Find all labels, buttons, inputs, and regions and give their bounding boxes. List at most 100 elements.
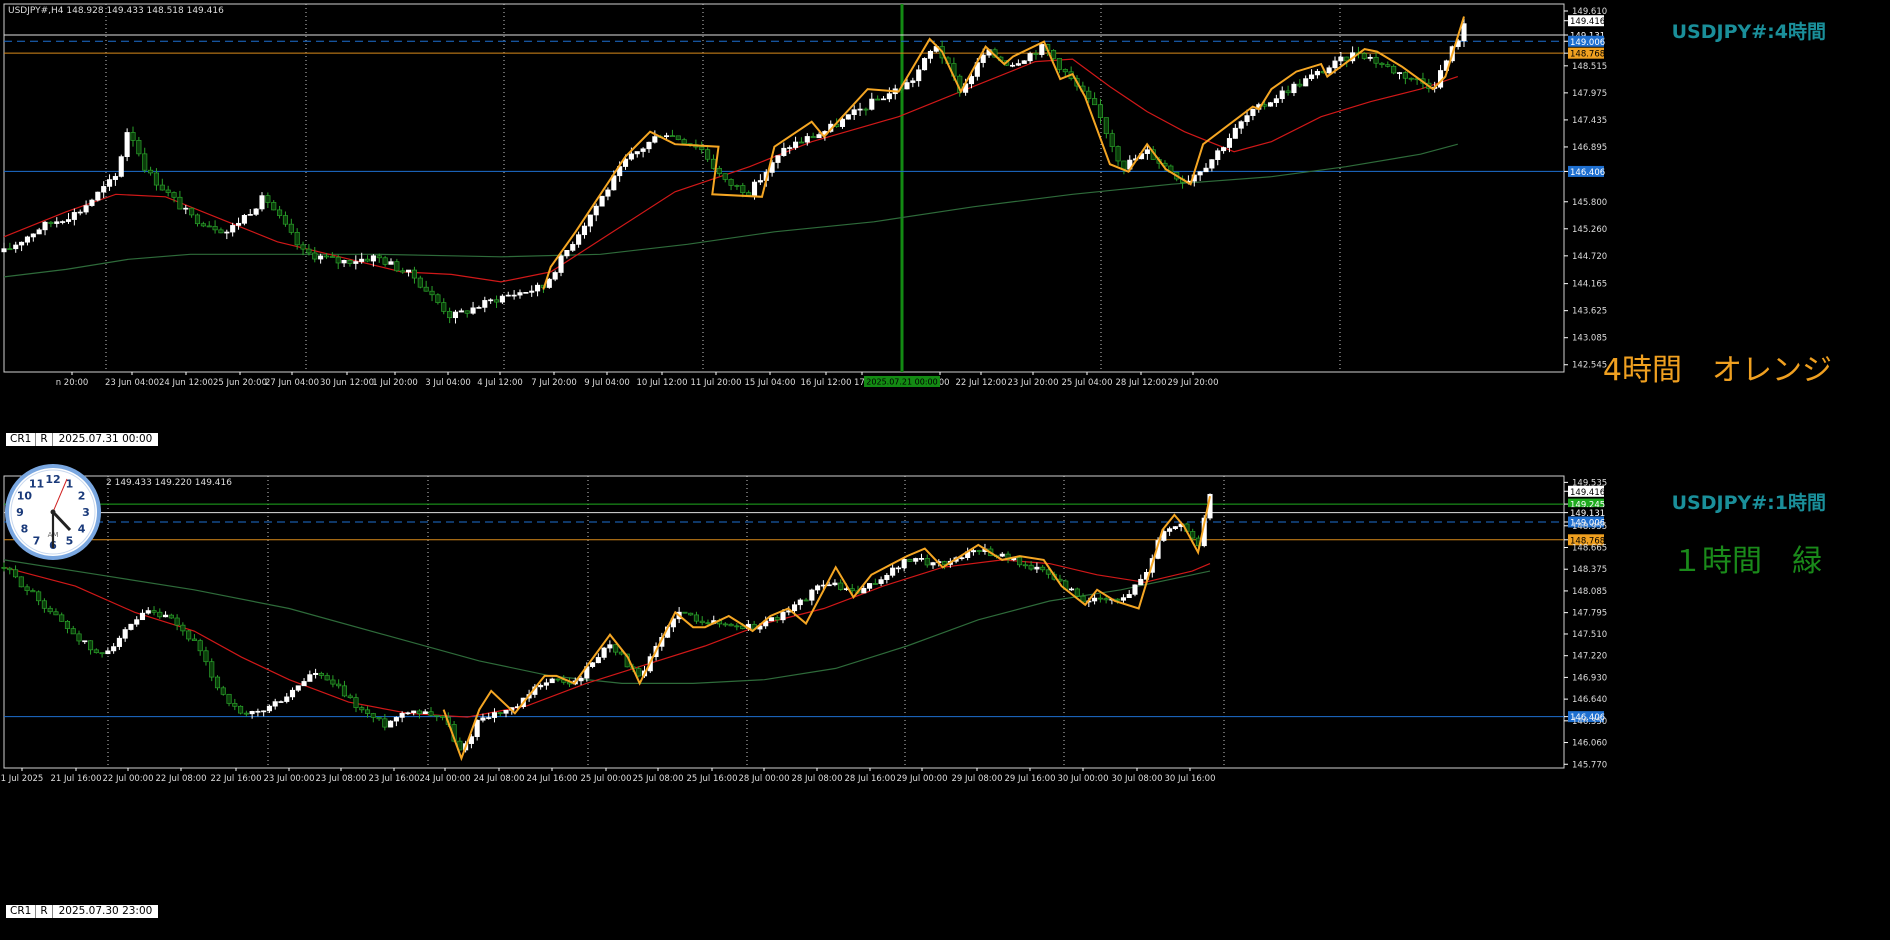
chart-title: USDJPY#:4時間 bbox=[1671, 21, 1826, 43]
candle-body bbox=[1, 248, 7, 253]
candle-body bbox=[388, 261, 394, 265]
candle-body bbox=[441, 302, 447, 312]
time-label: 7 Jul 20:00 bbox=[531, 378, 577, 388]
candle-body bbox=[306, 248, 312, 254]
chart-panel-h4[interactable]: 149.610149.416149.131149.006148.768148.5… bbox=[0, 0, 1890, 390]
time-label: 3 Jul 04:00 bbox=[425, 378, 471, 388]
candle-body bbox=[353, 261, 359, 264]
price-label: 146.930 bbox=[1572, 673, 1607, 683]
date-box-h1[interactable]: CR1 R 2025.07.30 23:00 bbox=[6, 905, 159, 918]
candle-body bbox=[278, 701, 284, 703]
candle-body bbox=[1461, 23, 1467, 42]
time-label: n 20:00 bbox=[56, 378, 89, 388]
candle-body bbox=[1097, 104, 1104, 118]
candle-body bbox=[289, 689, 296, 698]
candle-body bbox=[976, 550, 982, 552]
candle-body bbox=[839, 118, 846, 127]
cr1-button[interactable]: CR1 bbox=[6, 433, 37, 446]
price-label: 144.165 bbox=[1572, 280, 1607, 290]
candle-body bbox=[1115, 146, 1121, 162]
candle-body bbox=[734, 625, 740, 628]
time-label: 25 Jul 00:00 bbox=[581, 774, 632, 784]
candle-body bbox=[901, 558, 907, 569]
candle-body bbox=[272, 701, 278, 707]
candle-body bbox=[499, 295, 505, 303]
time-label: 30 Jun 12:00 bbox=[320, 378, 374, 388]
candle-body bbox=[70, 628, 76, 635]
candle-body bbox=[282, 215, 288, 225]
candle-body bbox=[347, 260, 353, 264]
candle-body bbox=[336, 683, 342, 687]
candle-body bbox=[130, 132, 136, 141]
candle-body bbox=[1338, 56, 1344, 62]
candle-body bbox=[116, 637, 122, 647]
r-button[interactable]: R bbox=[36, 905, 53, 918]
candle-body bbox=[803, 599, 809, 602]
candle-body bbox=[652, 136, 658, 143]
candle-body bbox=[804, 136, 810, 143]
r-button[interactable]: R bbox=[36, 433, 53, 446]
candle-body bbox=[400, 270, 406, 273]
candle-body bbox=[271, 202, 277, 211]
time-label: 24 Jun 12:00 bbox=[159, 378, 213, 388]
cr1-button[interactable]: CR1 bbox=[6, 905, 37, 918]
candle-body bbox=[1062, 69, 1068, 73]
candle-body bbox=[232, 703, 238, 707]
candle-body bbox=[226, 693, 232, 704]
candle-body bbox=[168, 614, 174, 619]
clock-numeral: 3 bbox=[82, 506, 90, 519]
clock-numeral: 10 bbox=[17, 490, 33, 503]
candle-body bbox=[428, 711, 434, 716]
candle-body bbox=[30, 233, 36, 238]
candle-body bbox=[341, 685, 347, 697]
candle-body bbox=[681, 139, 687, 144]
candle-body bbox=[664, 135, 670, 138]
chart-svg-h4[interactable]: 149.610149.416149.131149.006148.768148.5… bbox=[0, 0, 1890, 390]
time-label: 23 Jul 20:00 bbox=[1008, 378, 1059, 388]
candle-body bbox=[593, 205, 599, 216]
candle-body bbox=[241, 214, 247, 224]
time-label: 25 Jul 04:00 bbox=[1062, 378, 1113, 388]
candle-body bbox=[364, 258, 371, 262]
candle-body bbox=[927, 50, 933, 59]
candle-body bbox=[546, 278, 552, 288]
candle-body bbox=[705, 149, 711, 160]
candle-body bbox=[564, 250, 570, 257]
candle-body bbox=[1027, 53, 1033, 62]
candle-body bbox=[30, 590, 36, 593]
candle-body bbox=[867, 583, 873, 589]
clock-numeral: 2 bbox=[78, 490, 86, 503]
candle-body bbox=[1361, 53, 1367, 59]
candle-body bbox=[746, 192, 752, 196]
time-label: 27 Jun 04:00 bbox=[265, 378, 319, 388]
candle-body bbox=[48, 221, 54, 224]
candle-body bbox=[253, 208, 259, 215]
candle-body bbox=[1167, 528, 1173, 532]
candle-body bbox=[382, 257, 388, 265]
timeframe-label: １時間 緑 bbox=[1672, 544, 1822, 579]
price-label: 147.435 bbox=[1572, 116, 1607, 126]
candle-body bbox=[669, 135, 675, 138]
candle-body bbox=[399, 713, 405, 718]
candle-body bbox=[341, 260, 347, 264]
candle-body bbox=[1009, 64, 1016, 67]
candle-body bbox=[83, 205, 89, 213]
price-tag: 149.006 bbox=[1570, 38, 1605, 48]
candle-body bbox=[816, 134, 822, 139]
candle-body bbox=[186, 630, 192, 640]
candle-body bbox=[214, 676, 221, 689]
chart-panel-h1[interactable]: 149.535 149.416 149.245 149.131 149.006 148.9… bbox=[0, 470, 1890, 940]
candle-body bbox=[576, 234, 582, 245]
clock-center bbox=[50, 509, 56, 515]
candle-body bbox=[1396, 72, 1403, 74]
candle-body bbox=[493, 299, 500, 303]
time-label: 15 Jul 04:00 bbox=[745, 378, 796, 388]
candle-body bbox=[145, 610, 151, 614]
candle-body bbox=[301, 681, 307, 687]
date-box-h4[interactable]: CR1 R 2025.07.31 00:00 bbox=[6, 433, 159, 446]
candle-body bbox=[1126, 594, 1132, 599]
time-label: 28 Jul 12:00 bbox=[1116, 378, 1167, 388]
candle-body bbox=[1028, 564, 1034, 570]
candle-body bbox=[907, 558, 913, 562]
chart-svg-h1[interactable]: 149.535149.416149.245149.131149.006148.9… bbox=[0, 470, 1890, 940]
